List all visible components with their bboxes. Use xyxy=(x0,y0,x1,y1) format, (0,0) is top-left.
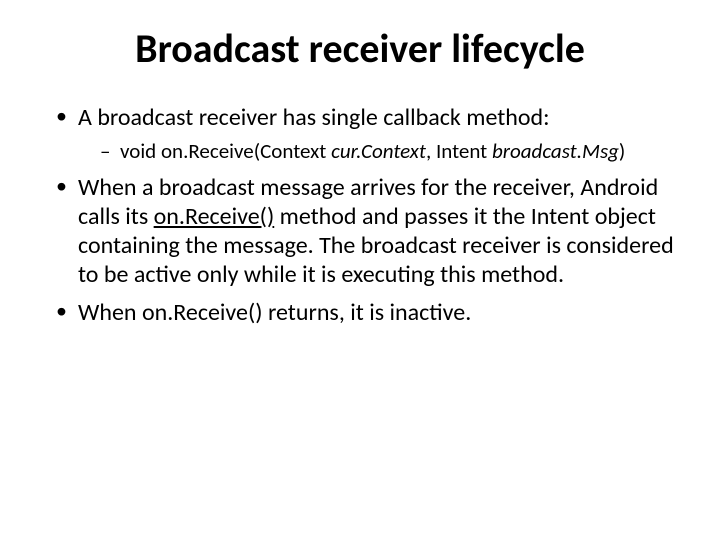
bullet-item-1: A broadcast receiver has single callback… xyxy=(56,103,680,165)
onreceive-link: on.Receive() xyxy=(154,202,275,231)
bullet-1-text: A broadcast receiver has single callback… xyxy=(78,103,550,132)
slide: Broadcast receiver lifecycle A broadcast… xyxy=(0,0,720,540)
sub-bullet-item-1: void on.Receive(Context cur.Context, Int… xyxy=(100,138,680,164)
bullet-3-text: When on.Receive() returns, it is inactiv… xyxy=(78,298,471,327)
bullet-list: A broadcast receiver has single callback… xyxy=(56,103,680,327)
method-arg-2: broadcast.Msg xyxy=(492,138,619,164)
bullet-item-3: When on.Receive() returns, it is inactiv… xyxy=(56,298,680,327)
slide-title: Broadcast receiver lifecycle xyxy=(40,24,680,73)
bullet-item-2: When a broadcast message arrives for the… xyxy=(56,173,680,290)
method-signature-mid: , Intent xyxy=(426,138,492,164)
method-signature-suffix: ) xyxy=(619,138,625,164)
method-signature-prefix: void on.Receive(Context xyxy=(120,138,331,164)
sub-bullet-list: void on.Receive(Context cur.Context, Int… xyxy=(100,138,680,164)
method-arg-1: cur.Context xyxy=(331,138,426,164)
